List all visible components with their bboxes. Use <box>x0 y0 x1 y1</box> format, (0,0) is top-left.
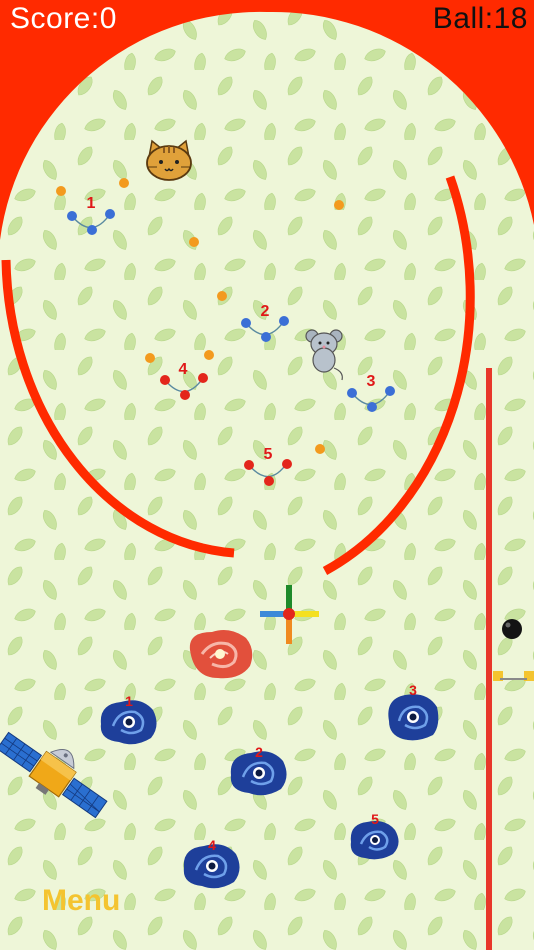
hole-number: 3 <box>409 682 417 698</box>
hole-number: 4 <box>208 837 216 853</box>
cat-face-icon <box>146 139 192 181</box>
cup-number: 5 <box>264 446 273 463</box>
menu-button[interactable]: Menu <box>42 884 120 918</box>
orange-dot <box>334 200 344 210</box>
cup-number: 1 <box>87 195 96 212</box>
orange-dot <box>119 178 129 188</box>
orange-dot <box>189 237 199 247</box>
red-galaxy-icon <box>189 630 253 679</box>
orange-dot <box>315 444 325 454</box>
orange-dot <box>217 291 227 301</box>
score-display: Score:0 <box>10 2 117 35</box>
hole-number: 1 <box>125 693 133 709</box>
orange-dot <box>145 353 155 363</box>
ball-shine <box>505 622 511 628</box>
cup-number: 3 <box>367 373 376 390</box>
cup-number: 4 <box>179 361 188 378</box>
game-board[interactable]: 1 2 3 4 5 1 2 3 4 5 <box>0 0 534 950</box>
hole-number: 2 <box>255 744 263 760</box>
ball[interactable] <box>502 619 522 639</box>
orange-dot <box>56 186 66 196</box>
orange-dot <box>204 350 214 360</box>
cup-number: 2 <box>261 303 270 320</box>
ball-count-display: Ball:18 <box>432 2 528 35</box>
hole-number: 5 <box>371 811 379 827</box>
